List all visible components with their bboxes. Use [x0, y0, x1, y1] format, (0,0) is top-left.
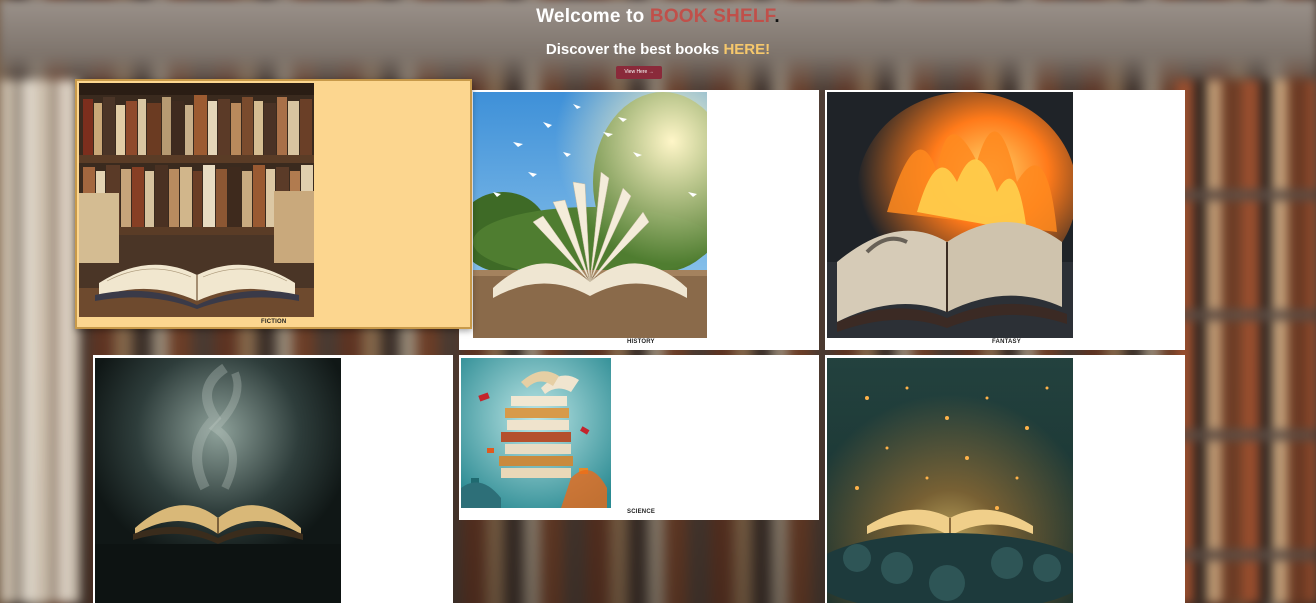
title-prefix: Welcome to: [536, 6, 650, 27]
category-label-fantasy: FANTASY: [992, 339, 1021, 345]
burning-book-image: [827, 92, 1073, 338]
view-here-button[interactable]: View Here →: [616, 66, 662, 79]
category-card-science[interactable]: SCIENCE: [459, 355, 819, 520]
page-subtitle: Discover the best books HERE!: [0, 41, 1316, 58]
category-card-fantasy[interactable]: FANTASY: [825, 90, 1185, 350]
open-book-birds-image: [473, 92, 707, 338]
subtitle-highlight: HERE!: [723, 41, 771, 58]
smoking-book-image: [95, 358, 341, 603]
exploding-books-image: [461, 358, 611, 508]
category-card-glow[interactable]: [825, 355, 1185, 603]
category-card-history[interactable]: HISTORY: [459, 90, 819, 350]
open-book-bookshelf-image: [79, 83, 314, 317]
category-card-smoke[interactable]: [93, 355, 453, 603]
glowing-book-forest-image: [827, 358, 1073, 603]
title-suffix: .: [774, 6, 780, 27]
category-label-fiction: FICTION: [261, 319, 287, 325]
category-label-history: HISTORY: [627, 339, 655, 345]
category-card-fiction[interactable]: FICTION: [75, 79, 472, 329]
background-shelf-right: [1176, 80, 1316, 603]
subtitle-prefix: Discover the best books: [545, 41, 724, 58]
brand-name: BOOK SHELF: [649, 6, 775, 27]
category-label-science: SCIENCE: [627, 509, 656, 515]
background-shelf-left: [0, 80, 80, 603]
page-title: Welcome to BOOK SHELF.: [0, 6, 1316, 28]
